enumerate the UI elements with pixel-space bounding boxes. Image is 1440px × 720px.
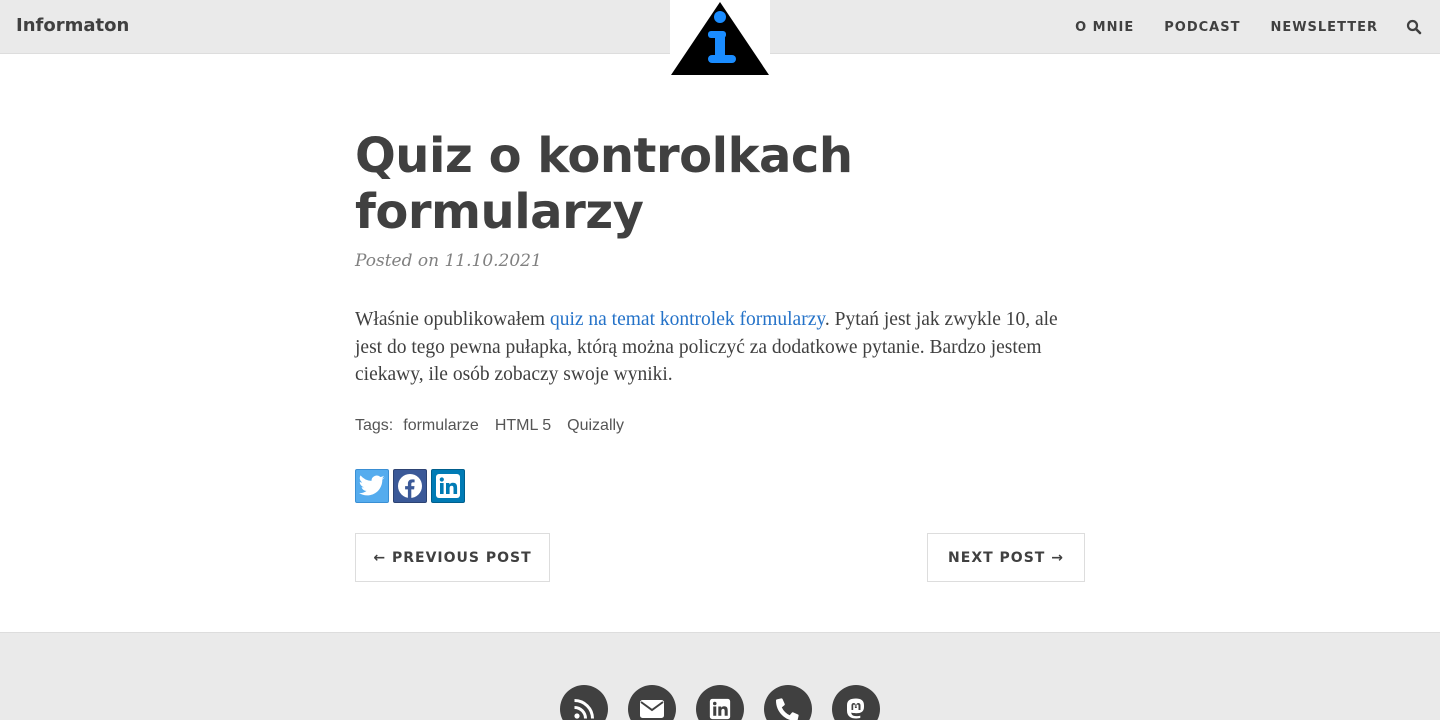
linkedin-icon — [436, 474, 460, 498]
facebook-icon — [398, 474, 422, 498]
footer — [0, 632, 1440, 720]
rss-icon — [574, 699, 594, 719]
brand-link[interactable]: Informaton — [16, 15, 129, 36]
envelope-icon — [640, 700, 664, 718]
post-title-line-1: Quiz o kontrolkach — [355, 128, 853, 184]
tags: Tags: formularze HTML 5 Quizally — [355, 417, 624, 435]
post-date: Posted on 11.10.2021 — [355, 251, 542, 271]
share-twitter-button[interactable] — [355, 469, 389, 503]
linkedin-icon — [709, 698, 731, 720]
share-facebook-button[interactable] — [393, 469, 427, 503]
previous-post-button[interactable]: ← PREVIOUS POST — [355, 533, 550, 582]
post-title: Quiz o kontrolkach formularzy — [355, 128, 1115, 240]
site-logo[interactable] — [670, 0, 770, 76]
phone-icon — [776, 698, 799, 720]
tag-quizally[interactable]: Quizally — [567, 417, 624, 435]
footer-phone-button[interactable] — [764, 685, 812, 720]
footer-linkedin-button[interactable] — [696, 685, 744, 720]
footer-rss-button[interactable] — [560, 685, 608, 720]
mastodon-icon — [847, 698, 864, 719]
nav-link-podcast[interactable]: PODCAST — [1164, 20, 1240, 35]
footer-email-button[interactable] — [628, 685, 676, 720]
post-title-line-2: formularzy — [355, 184, 644, 240]
share-linkedin-button[interactable] — [431, 469, 465, 503]
body-text-before-link: Właśnie opublikowałem — [355, 309, 550, 330]
nav-link-o-mnie[interactable]: O MNIE — [1075, 20, 1134, 35]
footer-mastodon-button[interactable] — [832, 685, 880, 720]
share-buttons — [355, 469, 469, 503]
next-post-button[interactable]: NEXT POST → — [927, 533, 1085, 582]
tags-label: Tags: — [355, 417, 394, 434]
search-icon[interactable] — [1406, 19, 1422, 35]
tag-formularze[interactable]: formularze — [403, 417, 479, 435]
info-triangle-logo — [671, 2, 769, 75]
footer-social-icons — [560, 685, 900, 720]
nav-link-newsletter[interactable]: NEWSLETTER — [1270, 20, 1378, 35]
nav-links: O MNIE PODCAST NEWSLETTER — [1045, 0, 1422, 54]
tag-html5[interactable]: HTML 5 — [495, 417, 551, 435]
quiz-link[interactable]: quiz na temat kontrolek formularzy — [550, 309, 825, 330]
twitter-icon — [359, 475, 385, 496]
post-body: Właśnie opublikowałem quiz na temat kont… — [355, 306, 1085, 389]
